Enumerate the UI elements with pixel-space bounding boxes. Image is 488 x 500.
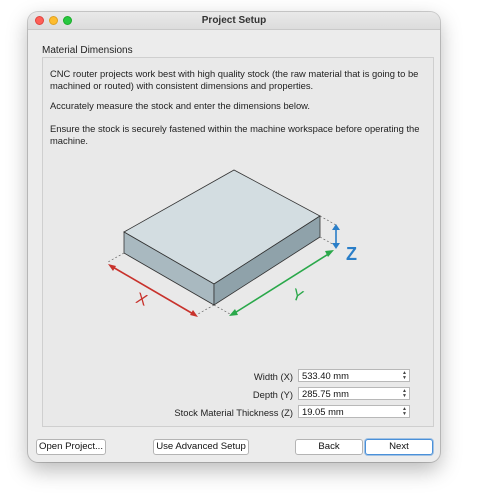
advanced-setup-button[interactable]: Use Advanced Setup <box>153 439 249 455</box>
depth-label: Depth (Y) <box>252 389 293 400</box>
thickness-value: 19.05 mm <box>302 406 344 417</box>
depth-value: 285.75 mm <box>302 388 349 399</box>
intro-paragraph: CNC router projects work best with high … <box>50 68 419 91</box>
back-button[interactable]: Back <box>295 439 363 455</box>
width-label: Width (X) <box>253 371 293 382</box>
measure-paragraph: Accurately measure the stock and enter t… <box>50 100 311 111</box>
fasten-paragraph: Ensure the stock is securely fastened wi… <box>50 123 420 146</box>
x-axis-label: X <box>134 290 150 310</box>
thickness-stepper[interactable]: ▲ ▼ <box>401 407 408 417</box>
z-axis-label: Z <box>346 244 357 264</box>
width-stepper[interactable]: ▲ ▼ <box>401 371 408 381</box>
depth-stepper[interactable]: ▲ ▼ <box>401 389 408 399</box>
width-value: 533.40 mm <box>302 370 349 381</box>
stock-diagram: X Y Z <box>107 169 357 317</box>
section-title: Material Dimensions <box>42 45 133 56</box>
depth-input[interactable]: 285.75 mm ▲ ▼ <box>298 387 410 400</box>
y-axis-label: Y <box>290 286 306 306</box>
thickness-input[interactable]: 19.05 mm ▲ ▼ <box>298 405 410 418</box>
window-title: Project Setup <box>201 15 267 26</box>
next-button[interactable]: Next <box>365 439 433 455</box>
title-bar: Project Setup <box>28 12 440 30</box>
open-project-button[interactable]: Open Project... <box>36 439 106 455</box>
width-input[interactable]: 533.40 mm ▲ ▼ <box>298 369 410 382</box>
thickness-label: Stock Material Thickness (Z) <box>174 407 293 418</box>
